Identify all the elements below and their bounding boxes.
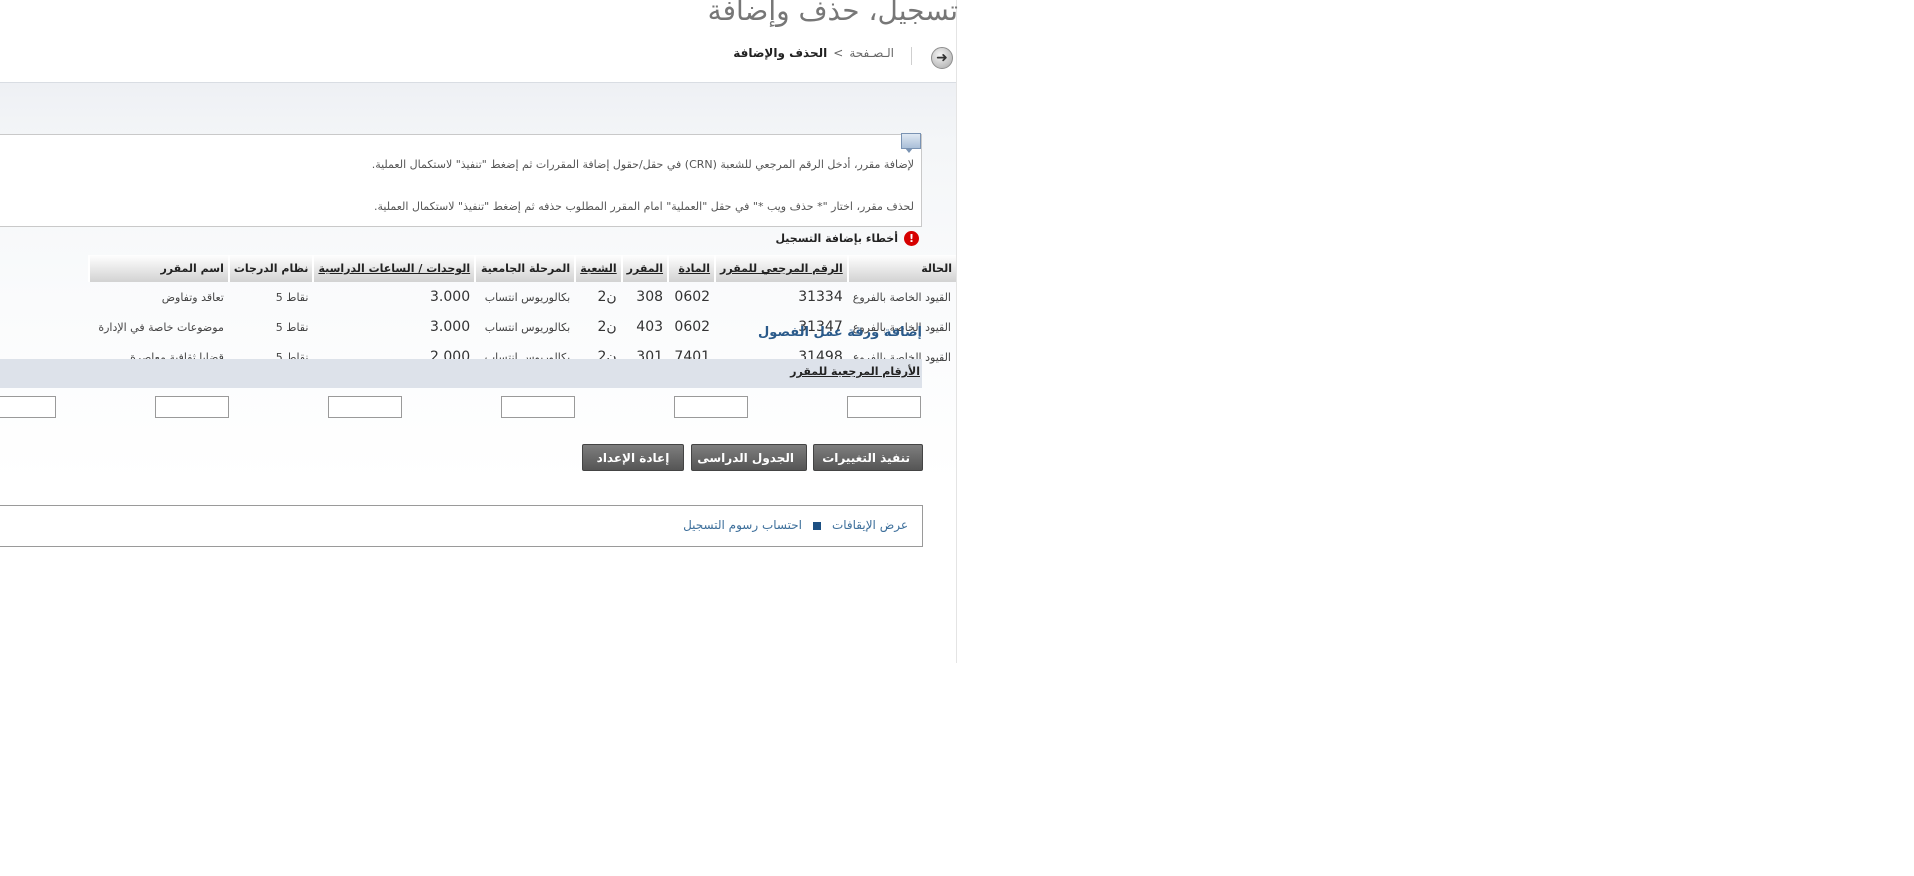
cell-course: 308 <box>636 289 664 305</box>
cell-subject: 0602 <box>674 289 711 305</box>
breadcrumb-home-link[interactable]: الـصـفحة <box>849 46 894 60</box>
page: تسجيل، حذف وإضافة ➜ الـصـفحة > الحذف والإض… <box>0 0 958 664</box>
col-level: المرحلة الجامعية <box>474 255 576 282</box>
cell-credit-hours: 3.000 <box>430 319 471 335</box>
cell-status: القيود الخاصة بالفروع <box>852 290 951 304</box>
table-row: القيود الخاصة بالفروع 31334 0602 308 ن2 … <box>89 282 956 312</box>
registration-fees-link[interactable]: احتساب رسوم التسجيل <box>683 518 802 532</box>
cell-course: 403 <box>636 319 664 335</box>
col-grade-mode: نظام الدرجات <box>227 255 314 282</box>
crn-input-6[interactable] <box>0 396 56 418</box>
col-credit-hours[interactable]: الوحدات / الساعات الدراسية <box>312 255 476 282</box>
breadcrumb-current: الحذف والإضافة <box>733 46 828 60</box>
col-course[interactable]: المقرر <box>620 255 669 282</box>
cell-section: ن2 <box>597 319 617 335</box>
cell-level: بكالوريوس انتساب <box>484 320 571 334</box>
submit-changes-button[interactable]: تنفيذ التغييرات <box>813 444 923 471</box>
reset-button[interactable]: إعادة الإعداد <box>582 444 684 471</box>
add-worksheet-heading: إضافة ورقة عمل الفصول <box>758 325 922 340</box>
registration-errors-table: الحالة الرقم المرجعي للمقرر المادة المقر… <box>88 255 956 372</box>
cell-course-title: موضوعات خاصة في الإدارة <box>98 320 224 334</box>
crn-input-5[interactable] <box>155 396 229 418</box>
crn-input-4[interactable] <box>328 396 402 418</box>
col-crn[interactable]: الرقم المرجعي للمقرر <box>714 255 848 282</box>
crn-label: الأرقام المرجعية للمقرر <box>790 365 920 378</box>
crn-input-3[interactable] <box>501 396 575 418</box>
cell-level: بكالوريوس انتساب <box>484 290 571 304</box>
info-add-text: لإضافة مقرر، أدخل الرقم المرجعي للشعبة (… <box>371 158 914 171</box>
breadcrumb: الـصـفحة > الحذف والإضافة <box>733 46 894 60</box>
exclamation-icon: ! <box>904 231 919 246</box>
cell-grade-mode: نقاط 5 <box>275 320 309 334</box>
crn-input-1[interactable] <box>847 396 921 418</box>
cell-section: ن2 <box>597 289 617 305</box>
errors-heading-text: أخطاء بإضافة التسجيل <box>775 232 898 245</box>
cell-course-title: تعاقد وتفاوض <box>161 290 224 304</box>
col-status: الحالة <box>846 255 956 282</box>
cell-subject: 0602 <box>674 319 711 335</box>
breadcrumb-separator: > <box>833 46 844 60</box>
cell-grade-mode: نقاط 5 <box>275 290 309 304</box>
crn-header-band: الأرقام المرجعية للمقرر <box>0 359 922 388</box>
col-subject[interactable]: المادة <box>667 255 716 282</box>
speech-bubble-icon <box>901 133 921 153</box>
nav-divider <box>911 47 912 65</box>
info-drop-text: لحذف مقرر، اختار "* حذف ويب *" في حقل "ا… <box>374 200 914 213</box>
arrow-right-icon[interactable]: ➜ <box>931 47 953 69</box>
info-box: لإضافة مقرر، أدخل الرقم المرجعي للشعبة (… <box>0 133 922 227</box>
col-course-title: اسم المقرر <box>88 255 229 282</box>
errors-heading: ! أخطاء بإضافة التسجيل <box>775 231 919 246</box>
cell-crn: 31334 <box>798 289 843 305</box>
page-title: تسجيل، حذف وإضافة <box>707 0 958 27</box>
week-schedule-button[interactable]: الجدول الدراسى <box>691 444 807 471</box>
cell-credit-hours: 3.000 <box>430 289 471 305</box>
table-header-row: الحالة الرقم المرجعي للمقرر المادة المقر… <box>88 255 956 282</box>
crn-input-2[interactable] <box>674 396 748 418</box>
footer-links-box: عرض الإيقافات احتساب رسوم التسجيل <box>0 505 923 547</box>
col-section[interactable]: الشعبة <box>574 255 622 282</box>
bullet-icon <box>813 522 821 530</box>
view-holds-link[interactable]: عرض الإيقافات <box>832 518 908 532</box>
